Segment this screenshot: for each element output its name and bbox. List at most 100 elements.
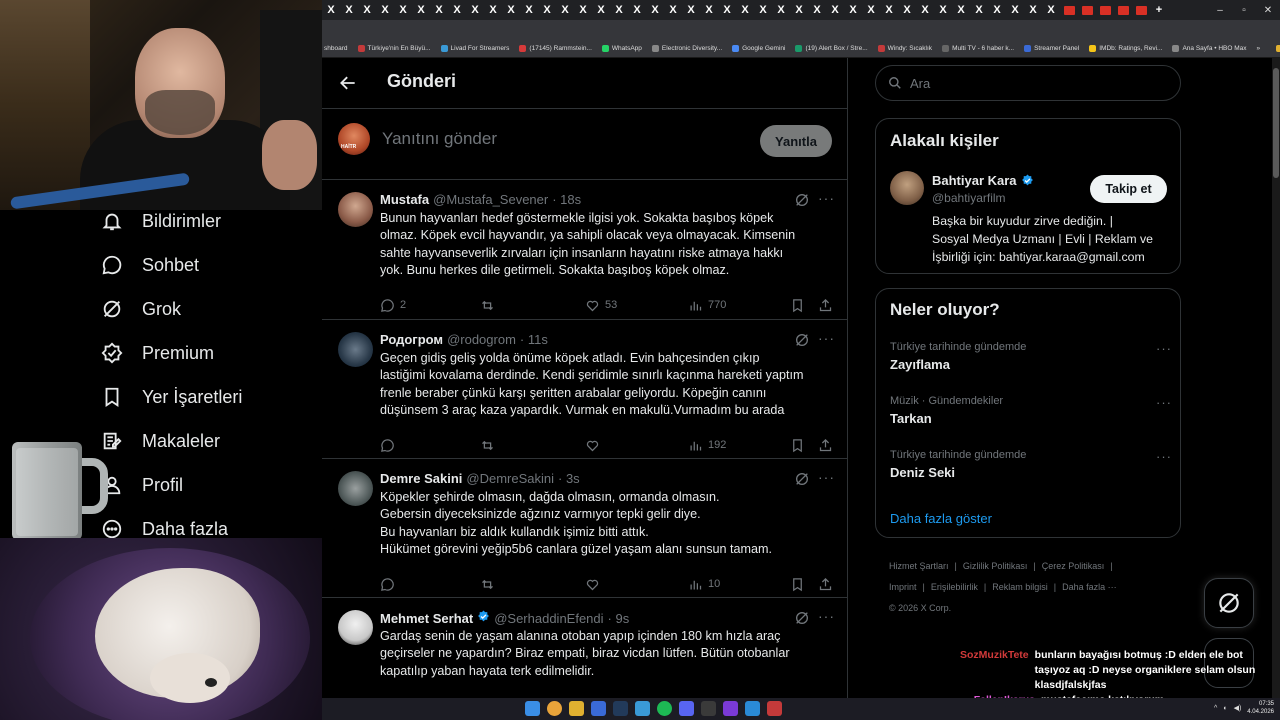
volume-icon[interactable]: ◀) xyxy=(1234,704,1242,712)
tweet-avatar[interactable] xyxy=(338,471,373,506)
bookmark-item[interactable]: Tüm Yer İşaretleri xyxy=(1276,45,1280,52)
reply-button[interactable]: Yanıtla xyxy=(760,125,832,157)
nav-profile[interactable]: Profil xyxy=(100,470,183,500)
browser-tab[interactable]: X xyxy=(448,0,466,20)
browser-tab[interactable]: X xyxy=(682,0,700,20)
more-icon[interactable]: ··· xyxy=(818,190,835,206)
tweet[interactable]: Demre Sakini @DemreSakini · 3s ··· Köpekler … xyxy=(322,459,847,598)
tweet-handle[interactable]: @DemreSakini xyxy=(466,471,554,486)
bookmark-item[interactable]: Multi TV - 6 haber k... xyxy=(942,45,1014,52)
browser-tab[interactable]: X xyxy=(826,0,844,20)
reply-button[interactable] xyxy=(380,577,395,592)
footer-link[interactable]: Imprint xyxy=(889,582,917,592)
browser-tab[interactable]: X xyxy=(610,0,628,20)
browser-tab[interactable]: X xyxy=(322,0,340,20)
like-button[interactable] xyxy=(585,438,600,453)
maximize-button[interactable]: ▫ xyxy=(1232,0,1256,20)
folder-icon[interactable] xyxy=(569,701,584,716)
browser-tab[interactable]: X xyxy=(628,0,646,20)
trend-item[interactable]: Müzik · Gündemdekiler Tarkan ··· xyxy=(890,395,1171,426)
app-icon[interactable] xyxy=(767,701,782,716)
browser-tab[interactable]: X xyxy=(340,0,358,20)
bookmark-item[interactable]: Ana Sayfa • HBO Max xyxy=(1172,45,1247,52)
windows-start-icon[interactable] xyxy=(525,701,540,716)
nav-premium[interactable]: Premium xyxy=(100,338,214,368)
bookmark-item[interactable]: Google Gemini xyxy=(732,45,785,52)
scrollbar-thumb[interactable] xyxy=(1273,68,1279,178)
browser-tab[interactable]: X xyxy=(754,0,772,20)
views-button[interactable]: 770 xyxy=(688,298,726,313)
search-input[interactable]: Ara xyxy=(910,76,930,91)
like-button[interactable] xyxy=(585,577,600,592)
browser-tab[interactable]: X xyxy=(988,0,1006,20)
share-button[interactable] xyxy=(818,577,833,592)
trend-item[interactable]: Türkiye tarihinde gündemde Deniz Seki ··… xyxy=(890,449,1172,480)
browser-tab[interactable]: X xyxy=(934,0,952,20)
nav-articles[interactable]: Makaleler xyxy=(100,426,220,456)
bookmark-item[interactable]: Electronic Diversity... xyxy=(651,45,722,52)
browser-tab-youtube[interactable] xyxy=(1096,0,1114,20)
browser-tab-youtube[interactable] xyxy=(1060,0,1078,20)
browser-tab[interactable]: X xyxy=(502,0,520,20)
tweet-handle[interactable]: @SerhaddinEfendi xyxy=(494,611,603,626)
browser-tab-youtube[interactable] xyxy=(1132,0,1150,20)
discord-icon[interactable] xyxy=(679,701,694,716)
footer-link[interactable]: Daha fazla ··· xyxy=(1062,582,1117,592)
browser-tab[interactable]: X xyxy=(700,0,718,20)
browser-tab[interactable]: X xyxy=(556,0,574,20)
nav-notifications[interactable]: Bildirimler xyxy=(100,206,221,236)
show-more-link[interactable]: Daha fazla göster xyxy=(890,511,992,526)
tweet-time[interactable]: · 9s xyxy=(608,611,630,626)
tweet-time[interactable]: · 3s xyxy=(558,471,580,486)
browser-tab[interactable]: X xyxy=(1042,0,1060,20)
like-button[interactable]: 53 xyxy=(585,298,617,313)
browser-tab-youtube[interactable] xyxy=(1078,0,1096,20)
bookmark-button[interactable] xyxy=(790,577,805,592)
follow-button[interactable]: Takip et xyxy=(1090,175,1167,203)
browser-tab[interactable]: X xyxy=(916,0,934,20)
bookmark-item[interactable]: IMDb: Ratings, Revi... xyxy=(1089,45,1162,52)
tweet[interactable]: Mehmet Serhat @SerhaddinEfendi · 9s ··· Gard… xyxy=(322,598,847,700)
search-box[interactable]: Ara xyxy=(875,65,1181,101)
person-avatar[interactable] xyxy=(890,171,924,205)
browser-tab[interactable]: X xyxy=(664,0,682,20)
browser-tab[interactable]: X xyxy=(862,0,880,20)
grok-icon[interactable] xyxy=(794,192,810,208)
chrome-icon[interactable] xyxy=(547,701,562,716)
app-icon[interactable] xyxy=(591,701,606,716)
repost-button[interactable] xyxy=(480,438,495,453)
repost-button[interactable] xyxy=(480,577,495,592)
person-name[interactable]: Bahtiyar Kara xyxy=(932,173,1034,188)
browser-tab[interactable]: X xyxy=(772,0,790,20)
browser-tab[interactable]: X xyxy=(574,0,592,20)
network-icon[interactable]: ◐ xyxy=(1223,705,1227,712)
trend-item[interactable]: Türkiye tarihinde gündemde Zayıflama ··· xyxy=(890,341,1172,372)
more-icon[interactable]: ··· xyxy=(818,469,835,485)
browser-tab[interactable]: X xyxy=(1006,0,1024,20)
views-button[interactable]: 192 xyxy=(688,438,726,453)
more-icon[interactable]: ··· xyxy=(818,330,835,346)
steam-icon[interactable] xyxy=(613,701,628,716)
tweet[interactable]: Родогром @rodogrom · 11s ··· Geçen gidiş gel… xyxy=(322,320,847,459)
nav-grok[interactable]: Grok xyxy=(100,294,181,324)
tweet-avatar[interactable] xyxy=(338,192,373,227)
spotify-icon[interactable] xyxy=(657,701,672,716)
share-button[interactable] xyxy=(818,298,833,313)
app-icon[interactable] xyxy=(701,701,716,716)
footer-link[interactable]: Erişilebilirlik xyxy=(931,582,978,592)
chevron-up-icon[interactable]: ^ xyxy=(1214,705,1217,712)
more-icon[interactable]: ··· xyxy=(1156,449,1172,464)
bookmark-item[interactable]: WhatsApp xyxy=(601,45,642,52)
browser-tab[interactable]: X xyxy=(430,0,448,20)
tweet-time[interactable]: · 11s xyxy=(520,332,548,347)
footer-link[interactable]: Hizmet Şartları xyxy=(889,561,949,571)
bookmark-item[interactable]: Windy: Sıcaklık xyxy=(877,45,932,52)
tweet-avatar[interactable] xyxy=(338,332,373,367)
tweet-handle[interactable]: @Mustafa_Sevener xyxy=(433,192,548,207)
tweet-author-name[interactable]: Mehmet Serhat xyxy=(380,611,473,626)
nav-chat[interactable]: Sohbet xyxy=(100,250,199,280)
browser-tab[interactable]: X xyxy=(592,0,610,20)
browser-tab[interactable]: X xyxy=(412,0,430,20)
tweet-author-name[interactable]: Demre Sakini xyxy=(380,471,462,486)
more-icon[interactable]: ··· xyxy=(1156,341,1172,356)
